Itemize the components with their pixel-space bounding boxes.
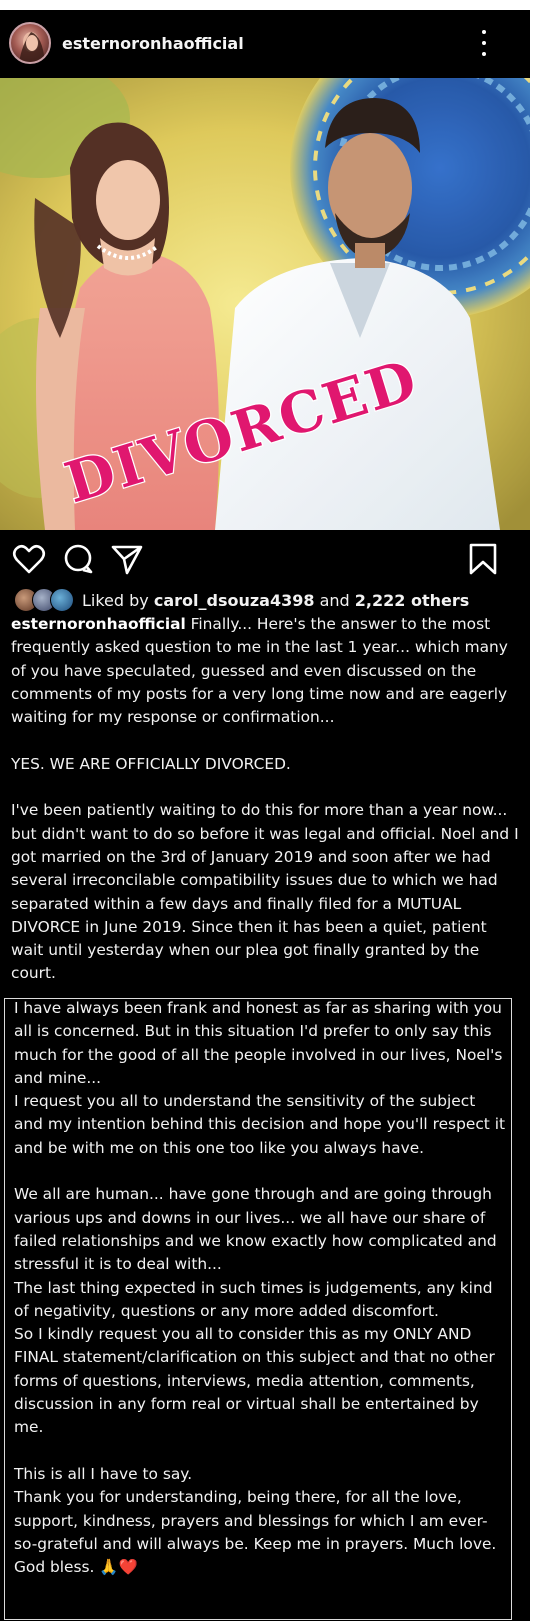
caption-continued-box: I have always been frank and honest as f… (4, 998, 512, 1620)
liker-username[interactable]: carol_dsouza4398 (154, 591, 315, 610)
more-vertical-icon[interactable] (478, 30, 490, 56)
comment-icon[interactable] (61, 542, 95, 576)
caption-username[interactable]: esternoronhaofficial (11, 615, 186, 633)
post-header: esternoronhaofficial (0, 10, 530, 78)
likes-count[interactable]: 2,222 others (355, 591, 469, 610)
caption-continued-text: I have always been frank and honest as f… (14, 999, 506, 1577)
profile-avatar[interactable] (9, 22, 51, 64)
post-image[interactable]: DIVORCED (0, 78, 530, 530)
post-actions (0, 530, 530, 586)
bookmark-icon[interactable] (466, 542, 500, 576)
likes-text: Liked by carol_dsouza4398 and 2,222 othe… (82, 590, 470, 610)
heart-icon[interactable] (12, 542, 46, 576)
post-username[interactable]: esternoronhaofficial (62, 34, 244, 53)
send-icon[interactable] (110, 542, 144, 576)
post-caption: esternoronhaofficial Finally... Here's t… (11, 613, 521, 986)
caption-text: Finally... Here's the answer to the most… (11, 615, 519, 983)
likes-summary[interactable]: Liked by carol_dsouza4398 and 2,222 othe… (14, 586, 469, 614)
liker-avatars (14, 588, 76, 612)
instagram-post: esternoronhaofficial DIVORCED Liked by c… (0, 10, 530, 1621)
